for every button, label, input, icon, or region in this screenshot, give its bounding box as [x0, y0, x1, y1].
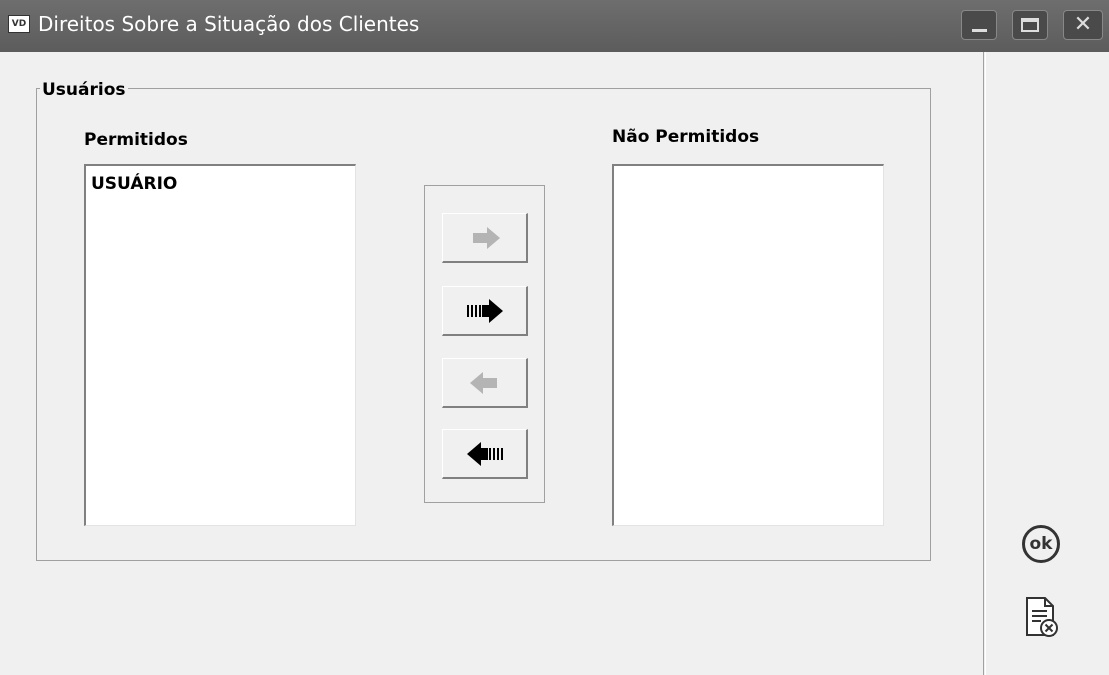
- arrow-left-all-icon: [466, 441, 503, 466]
- arrow-right-icon: [472, 226, 500, 249]
- ok-button[interactable]: ok: [1020, 523, 1062, 565]
- maximize-icon: [1021, 18, 1039, 32]
- arrow-right-all-icon: [466, 298, 503, 323]
- users-group-legend: Usuários: [40, 80, 128, 100]
- close-button[interactable]: ✕: [1063, 10, 1103, 40]
- nao-permitidos-label: Não Permitidos: [612, 127, 760, 147]
- minimize-icon: [972, 29, 987, 32]
- document-cancel-icon: [1026, 597, 1058, 637]
- nao-permitidos-listbox[interactable]: [612, 164, 884, 526]
- title-bar[interactable]: VD Direitos Sobre a Situação dos Cliente…: [0, 0, 1109, 52]
- side-panel-divider: [983, 52, 984, 675]
- ok-icon: ok: [1022, 525, 1060, 563]
- arrow-left-icon: [469, 371, 497, 394]
- minimize-button[interactable]: [961, 10, 997, 40]
- move-all-left-button[interactable]: [442, 429, 528, 479]
- move-all-right-button[interactable]: [442, 286, 528, 336]
- cancel-button[interactable]: [1020, 596, 1062, 638]
- permitidos-label: Permitidos: [84, 130, 188, 150]
- window-title: Direitos Sobre a Situação dos Clientes: [38, 12, 420, 36]
- app-icon[interactable]: VD: [8, 15, 30, 33]
- permitidos-listbox[interactable]: USUÁRIO: [84, 164, 356, 526]
- list-item[interactable]: USUÁRIO: [86, 166, 355, 194]
- move-selected-right-button[interactable]: [442, 213, 528, 263]
- maximize-button[interactable]: [1012, 10, 1048, 40]
- side-panel-divider-highlight: [985, 52, 986, 675]
- move-selected-left-button[interactable]: [442, 358, 528, 408]
- close-icon: ✕: [1073, 12, 1093, 37]
